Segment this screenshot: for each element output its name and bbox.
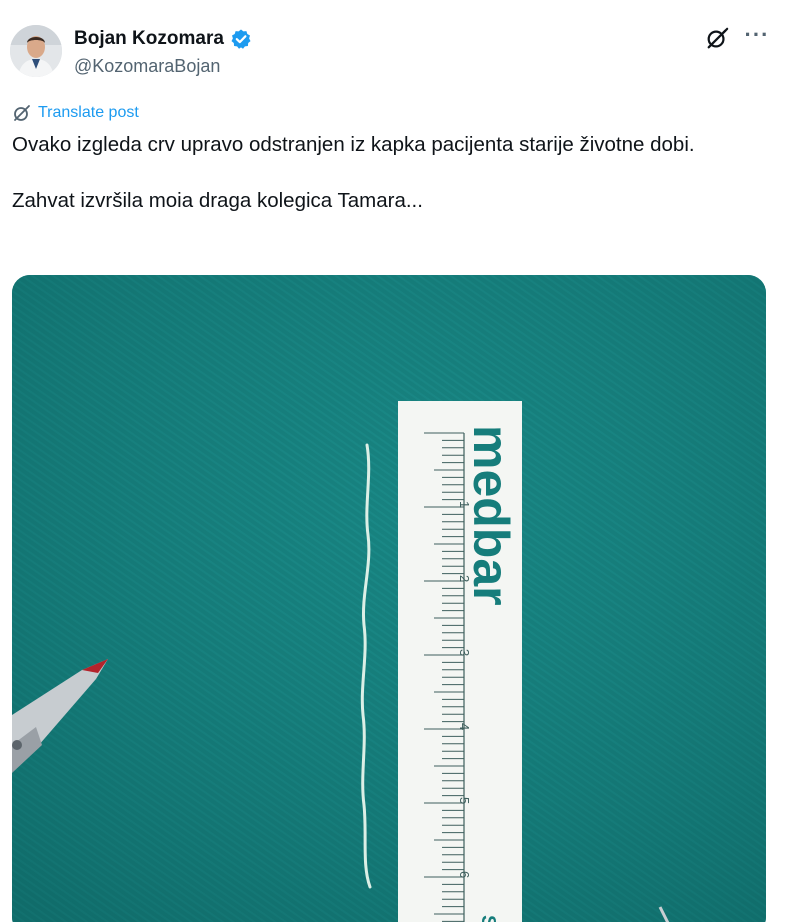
- ruler-partial-mark: S: [477, 915, 499, 922]
- ruler-number: 6: [457, 871, 472, 878]
- translate-post-label[interactable]: Translate post: [38, 104, 139, 122]
- avatar-photo: [10, 25, 62, 77]
- post-image[interactable]: 123456 medbar S: [12, 275, 766, 922]
- post-text: Ovako izgleda crv upravo odstranjen iz k…: [12, 131, 772, 215]
- post-text-line-2: Zahvat izvršila moia draga kolegica Tama…: [12, 189, 423, 212]
- post-text-line-1: Ovako izgleda crv upravo odstranjen iz k…: [12, 133, 695, 156]
- more-options-icon[interactable]: ···: [744, 24, 770, 52]
- grok-icon[interactable]: [704, 26, 730, 52]
- author-display-name[interactable]: Bojan Kozomara: [74, 28, 224, 50]
- surgical-photo: 123456 medbar S: [12, 275, 766, 922]
- ruler-number: 3: [457, 649, 472, 656]
- post-text-spacer: [12, 159, 772, 187]
- post-header: Bojan Kozomara @KozomaraBojan ···: [0, 0, 800, 90]
- translate-icon: [14, 105, 30, 121]
- translate-post-link[interactable]: Translate post: [12, 103, 139, 123]
- ruler: 123456 medbar S: [398, 401, 522, 922]
- author-handle[interactable]: @KozomaraBojan: [74, 55, 220, 77]
- avatar[interactable]: [10, 25, 62, 77]
- ruler-number: 5: [457, 797, 472, 804]
- ruler-number: 4: [457, 723, 472, 730]
- ruler-brand: medbar: [463, 425, 519, 606]
- author-name-row: Bojan Kozomara: [74, 28, 252, 50]
- verified-badge-icon[interactable]: [230, 28, 252, 50]
- header-actions: ···: [704, 24, 770, 52]
